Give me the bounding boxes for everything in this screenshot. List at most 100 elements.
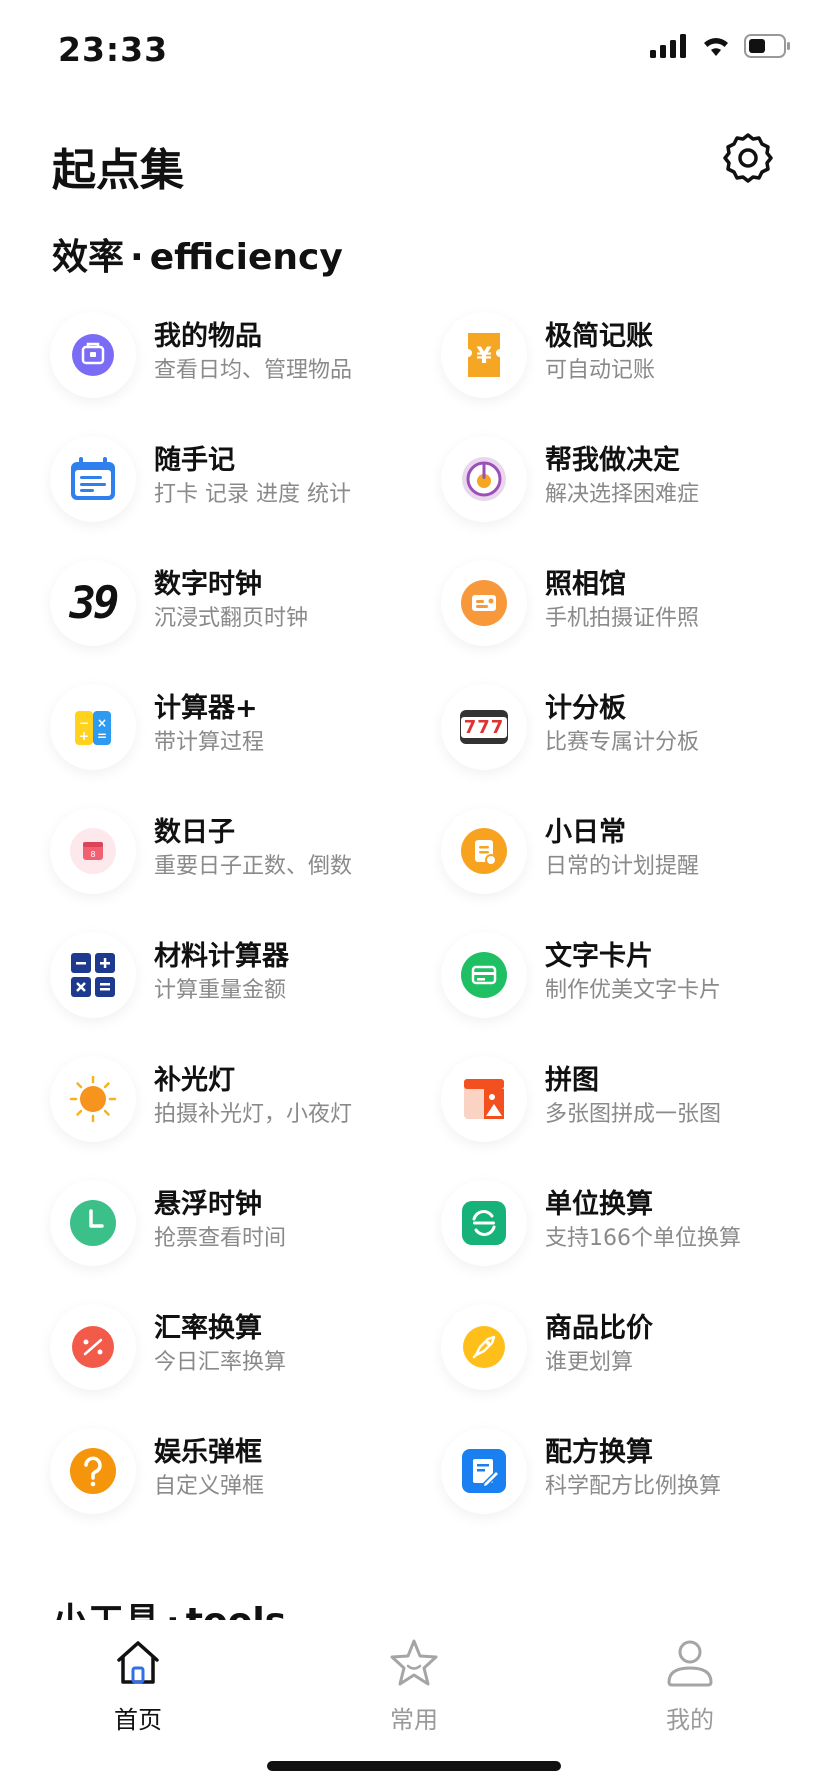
home-indicator xyxy=(267,1761,561,1771)
convert-icon xyxy=(462,1201,506,1245)
digital-39-icon: 39 xyxy=(69,577,120,629)
tool-item-photo-studio[interactable]: 照相馆 手机拍摄证件照 xyxy=(441,546,828,670)
tool-subtitle: 拍摄补光灯，小夜灯 xyxy=(154,1102,353,1127)
signal-icon xyxy=(650,34,686,58)
section-name: 效率 xyxy=(52,237,125,278)
tool-title: 单位换算 xyxy=(545,1189,653,1220)
collage-icon xyxy=(464,1079,504,1119)
question-icon xyxy=(70,1448,116,1494)
tool-title: 随手记 xyxy=(154,445,235,476)
section-title-efficiency: 效率 · efficiency xyxy=(52,237,343,278)
tool-subtitle: 科学配方比例换算 xyxy=(545,1474,722,1499)
calendar-note-icon xyxy=(71,457,115,500)
tool-item-decide[interactable]: 帮我做决定 解决选择困难症 xyxy=(441,422,828,546)
tool-subtitle: 支持166个单位换算 xyxy=(545,1226,741,1251)
tool-title: 补光灯 xyxy=(154,1065,235,1096)
tab-favorites[interactable]: 常用 xyxy=(344,1634,484,1744)
svg-text:×: × xyxy=(97,716,107,730)
svg-text:8: 8 xyxy=(90,850,95,859)
tool-title: 数日子 xyxy=(154,817,235,848)
tab-label: 我的 xyxy=(666,1706,714,1734)
tool-item-count-days[interactable]: 8 数日子 重要日子正数、倒数 xyxy=(50,794,450,918)
tool-item-text-card[interactable]: 文字卡片 制作优美文字卡片 xyxy=(441,918,828,1042)
clock-icon xyxy=(70,1200,116,1246)
tool-title: 计算器+ xyxy=(154,693,258,724)
tool-subtitle: 查看日均、管理物品 xyxy=(154,358,353,383)
tool-item-price-compare[interactable]: 商品比价 谁更划算 xyxy=(441,1290,828,1414)
percent-icon xyxy=(72,1326,114,1368)
tool-title: 悬浮时钟 xyxy=(154,1189,262,1220)
box-icon xyxy=(72,334,114,376)
tool-subtitle: 解决选择困难症 xyxy=(545,482,700,507)
tool-subtitle: 制作优美文字卡片 xyxy=(545,978,722,1003)
tool-item-scoreboard[interactable]: 777 计分板 比赛专属计分板 xyxy=(441,670,828,794)
tab-mine[interactable]: 我的 xyxy=(620,1634,760,1744)
svg-text:−: − xyxy=(79,716,89,730)
tool-item-unit-convert[interactable]: 单位换算 支持166个单位换算 xyxy=(441,1166,828,1290)
yuan-ticket-icon: ¥ xyxy=(468,333,500,377)
content-scroll[interactable]: 效率 · efficiency 我的物品 查看日均、管理物品 ¥ 极简记账 可自… xyxy=(0,200,828,1630)
wifi-icon xyxy=(704,38,728,56)
svg-text:¥: ¥ xyxy=(476,344,492,369)
id-card-icon xyxy=(461,580,507,626)
gear-icon xyxy=(723,133,773,183)
header: 起点集 xyxy=(0,120,828,200)
slot-777-icon: 777 xyxy=(460,710,508,744)
tool-subtitle: 沉浸式翻页时钟 xyxy=(154,606,309,631)
spinner-icon xyxy=(462,457,506,501)
tool-title: 照相馆 xyxy=(545,569,626,600)
tool-title: 汇率换算 xyxy=(154,1313,262,1344)
sun-icon xyxy=(69,1075,117,1123)
home-icon xyxy=(117,1641,159,1684)
tool-subtitle: 计算重量金额 xyxy=(154,978,287,1003)
tab-label: 首页 xyxy=(114,1706,162,1734)
tool-item-quick-note[interactable]: 随手记 打卡 记录 进度 统计 xyxy=(50,422,450,546)
note-icon xyxy=(461,828,507,874)
tool-item-exchange-rate[interactable]: 汇率换算 今日汇率换算 xyxy=(50,1290,450,1414)
tool-item-floating-clock[interactable]: 悬浮时钟 抢票查看时间 xyxy=(50,1166,450,1290)
tool-title: 计分板 xyxy=(545,693,626,724)
tool-subtitle: 抢票查看时间 xyxy=(154,1226,287,1251)
tool-item-fill-light[interactable]: 补光灯 拍摄补光灯，小夜灯 xyxy=(50,1042,450,1166)
tab-home[interactable]: 首页 xyxy=(68,1634,208,1744)
tool-title: 数字时钟 xyxy=(154,569,262,600)
star-icon xyxy=(390,1639,438,1686)
tool-title: 拼图 xyxy=(545,1065,599,1096)
tool-subtitle: 带计算过程 xyxy=(154,730,265,755)
user-icon xyxy=(667,1640,713,1687)
tool-subtitle: 自定义弹框 xyxy=(154,1474,265,1499)
tool-item-daily[interactable]: 小日常 日常的计划提醒 xyxy=(441,794,828,918)
tool-subtitle: 可自动记账 xyxy=(545,358,656,383)
tool-subtitle: 手机拍摄证件照 xyxy=(545,606,700,631)
tool-item-digital-clock[interactable]: 39 数字时钟 沉浸式翻页时钟 xyxy=(50,546,450,670)
tool-item-popup[interactable]: 娱乐弹框 自定义弹框 xyxy=(50,1414,450,1538)
tool-item-formula[interactable]: 配方换算 科学配方比例换算 xyxy=(441,1414,828,1538)
tool-item-collage[interactable]: 拼图 多张图拼成一张图 xyxy=(441,1042,828,1166)
tool-item-my-items[interactable]: 我的物品 查看日均、管理物品 xyxy=(50,298,450,422)
svg-text:=: = xyxy=(97,729,107,743)
slot-777-text: 777 xyxy=(460,716,508,738)
tool-item-calculator-plus[interactable]: − × + = 计算器+ 带计算过程 xyxy=(50,670,450,794)
tool-item-bookkeeping[interactable]: ¥ 极简记账 可自动记账 xyxy=(441,298,828,422)
tool-subtitle: 打卡 记录 进度 统计 xyxy=(154,482,351,507)
tool-subtitle: 多张图拼成一张图 xyxy=(545,1102,722,1127)
calendar-day-icon: 8 xyxy=(70,828,116,874)
tool-title: 极简记账 xyxy=(545,321,653,352)
status-time: 23:33 xyxy=(58,30,169,69)
status-icons xyxy=(650,34,792,58)
section-en: efficiency xyxy=(149,237,343,278)
tool-title: 材料计算器 xyxy=(154,941,289,972)
tool-subtitle: 比赛专属计分板 xyxy=(545,730,700,755)
rocket-icon xyxy=(463,1326,505,1368)
status-bar: 23:33 xyxy=(0,0,828,96)
settings-button[interactable] xyxy=(718,128,778,188)
tool-item-material-calc[interactable]: 材料计算器 计算重量金额 xyxy=(50,918,450,1042)
tool-subtitle: 今日汇率换算 xyxy=(154,1350,287,1375)
formula-icon xyxy=(462,1449,506,1493)
tab-label: 常用 xyxy=(390,1706,438,1734)
tool-subtitle: 谁更划算 xyxy=(545,1350,634,1375)
tool-title: 我的物品 xyxy=(154,321,262,352)
calculator-grid-icon xyxy=(71,953,115,997)
calculator-color-icon: − × + = xyxy=(75,711,111,745)
tool-title: 帮我做决定 xyxy=(545,445,680,476)
